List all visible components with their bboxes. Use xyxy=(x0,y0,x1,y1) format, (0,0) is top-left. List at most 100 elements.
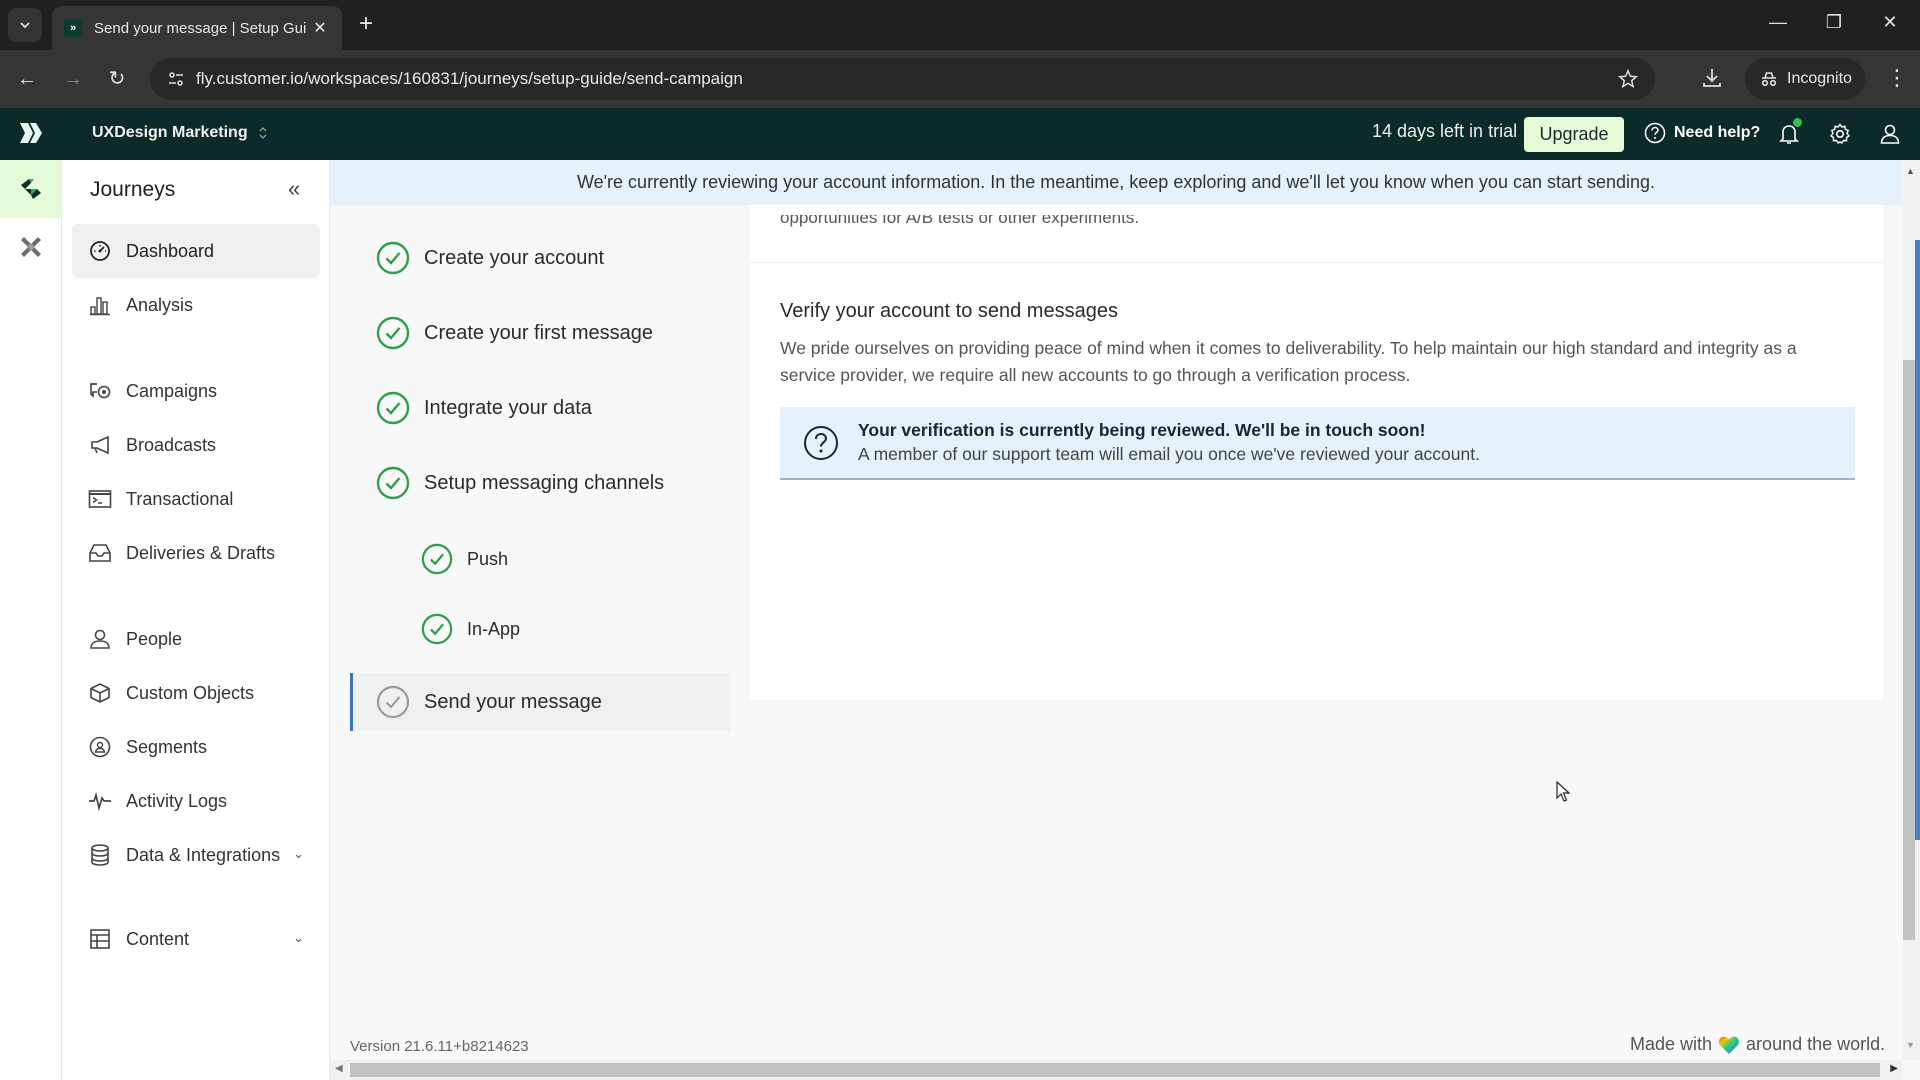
rail-journeys[interactable] xyxy=(0,160,62,218)
minimize-button[interactable]: — xyxy=(1758,12,1798,33)
browser-tab-bar: » Send your message | Setup Gui ✕ + — ❐ … xyxy=(0,0,1920,50)
made-with-footer: Made with around the world. xyxy=(1630,1034,1885,1055)
step-push[interactable]: Push xyxy=(421,543,508,575)
scroll-up-arrow[interactable]: ▲ xyxy=(1906,166,1915,176)
campaigns-icon xyxy=(88,379,112,403)
tab-search-button[interactable] xyxy=(8,8,42,42)
sidebar-item-content[interactable]: Content ⌄ xyxy=(72,912,320,966)
sidebar-item-campaigns[interactable]: Campaigns xyxy=(72,364,320,418)
section-divider xyxy=(750,262,1884,263)
upgrade-button[interactable]: Upgrade xyxy=(1524,117,1624,152)
sidebar-item-broadcasts[interactable]: Broadcasts xyxy=(72,418,320,472)
made-with-text: Made with xyxy=(1630,1034,1713,1054)
check-circle-icon xyxy=(376,241,410,275)
sidebar-item-label: Custom Objects xyxy=(126,682,255,703)
back-button[interactable]: ← xyxy=(14,66,40,92)
sidebar-item-segments[interactable]: Segments xyxy=(72,720,320,774)
step-label: Setup messaging channels xyxy=(424,471,665,494)
reload-button[interactable]: ↻ xyxy=(104,66,130,92)
close-window-button[interactable]: ✕ xyxy=(1870,12,1910,33)
scrollbar-thumb[interactable] xyxy=(1903,360,1915,940)
step-create-first-message[interactable]: Create your first message xyxy=(376,316,653,350)
dashboard-icon xyxy=(88,239,112,263)
site-settings-icon[interactable] xyxy=(156,70,196,88)
need-help-button[interactable]: Need help? xyxy=(1644,122,1760,144)
sidebar-item-deliveries-drafts[interactable]: Deliveries & Drafts xyxy=(72,526,320,580)
incognito-icon xyxy=(1761,72,1777,87)
scroll-down-arrow[interactable]: ▼ xyxy=(1906,1040,1915,1050)
section-description: We pride ourselves on providing peace of… xyxy=(780,338,1797,385)
check-circle-icon xyxy=(376,316,410,350)
user-icon xyxy=(1880,124,1900,144)
step-send-your-message[interactable]: Send your message xyxy=(350,673,730,731)
check-circle-icon xyxy=(376,466,410,500)
sidebar-item-data-integrations[interactable]: Data & Integrations ⌄ xyxy=(72,828,320,882)
scroll-left-arrow[interactable]: ◀ xyxy=(335,1063,343,1074)
scrollbar-thumb[interactable] xyxy=(350,1063,1880,1077)
download-icon[interactable] xyxy=(1700,66,1724,90)
step-label: Push xyxy=(467,548,509,569)
sidebar-item-transactional[interactable]: Transactional xyxy=(72,472,320,526)
step-label: Send your message xyxy=(424,690,602,713)
scroll-right-arrow[interactable]: ▶ xyxy=(1890,1063,1898,1074)
incognito-indicator[interactable]: Incognito xyxy=(1745,58,1865,100)
vertical-scrollbar[interactable]: ▲ ▼ xyxy=(1903,160,1920,1060)
incognito-label: Incognito xyxy=(1787,70,1852,87)
megaphone-icon xyxy=(88,433,112,457)
step-setup-messaging-channels[interactable]: Setup messaging channels xyxy=(376,466,664,500)
pulse-icon xyxy=(88,789,112,813)
settings-button[interactable] xyxy=(1828,122,1852,146)
address-bar[interactable]: fly.customer.io/workspaces/160831/journe… xyxy=(150,58,1655,100)
rail-data-pipelines[interactable] xyxy=(0,218,62,276)
sidebar-item-dashboard[interactable]: Dashboard xyxy=(72,224,320,278)
step-integrate-data[interactable]: Integrate your data xyxy=(376,391,592,425)
browser-menu-icon[interactable]: ⋮ xyxy=(1886,64,1908,92)
step-content-card: opportunities for A/B tests or other exp… xyxy=(750,205,1885,700)
sidebar-item-label: Content xyxy=(126,928,190,949)
workspace-switcher[interactable]: UXDesign Marketing xyxy=(92,124,268,142)
tab-close-icon[interactable]: ✕ xyxy=(310,18,330,38)
cube-icon xyxy=(88,681,112,705)
step-create-account[interactable]: Create your account xyxy=(376,241,604,275)
sidebar-title: Journeys xyxy=(90,178,176,201)
account-button[interactable] xyxy=(1878,122,1902,146)
layout-icon xyxy=(88,927,112,951)
pipelines-x-icon xyxy=(21,237,41,257)
main-content: We're currently reviewing your account i… xyxy=(330,160,1915,1060)
sidebar-item-people[interactable]: People xyxy=(72,612,320,666)
horizontal-scrollbar[interactable]: ◀ ▶ xyxy=(330,1060,1903,1080)
check-circle-outline-icon xyxy=(376,685,410,719)
browser-toolbar: ← → ↻ fly.customer.io/workspaces/160831/… xyxy=(0,50,1920,108)
scrollbar-thumb-highlight[interactable] xyxy=(1915,240,1920,840)
previous-section-text: opportunities for A/B tests or other exp… xyxy=(780,208,1140,227)
app-header: UXDesign Marketing 14 days left in trial… xyxy=(0,108,1920,160)
bookmark-star-icon[interactable] xyxy=(1617,68,1639,90)
browser-tab-active[interactable]: » Send your message | Setup Gui ✕ xyxy=(52,6,342,50)
tab-title: Send your message | Setup Gui xyxy=(94,19,307,37)
new-tab-button[interactable]: + xyxy=(354,12,378,36)
chevron-updown-icon xyxy=(259,127,267,139)
url-text[interactable]: fly.customer.io/workspaces/160831/journe… xyxy=(196,69,743,89)
step-in-app[interactable]: In-App xyxy=(421,613,520,645)
sidebar-item-custom-objects[interactable]: Custom Objects xyxy=(72,666,320,720)
collapse-sidebar-button[interactable]: « xyxy=(288,176,300,202)
help-circle-icon xyxy=(1644,122,1666,144)
made-with-text: around the world. xyxy=(1746,1034,1886,1054)
step-label: Integrate your data xyxy=(424,396,592,419)
journeys-logo-icon xyxy=(21,179,41,199)
forward-button[interactable]: → xyxy=(60,66,86,92)
check-circle-icon xyxy=(376,391,410,425)
customerio-logo[interactable] xyxy=(18,120,44,146)
sidebar-item-label: Broadcasts xyxy=(126,434,217,455)
check-circle-icon xyxy=(421,543,453,575)
step-label: Create your account xyxy=(424,246,605,269)
sidebar-item-activity-logs[interactable]: Activity Logs xyxy=(72,774,320,828)
sidebar-item-analysis[interactable]: Analysis xyxy=(72,278,320,332)
verification-notice: Your verification is currently being rev… xyxy=(780,407,1855,480)
account-review-banner: We're currently reviewing your account i… xyxy=(330,160,1902,205)
section-heading: Verify your account to send messages xyxy=(780,300,1118,322)
notification-dot xyxy=(1793,118,1802,127)
gear-icon xyxy=(1829,123,1851,144)
restore-button[interactable]: ❐ xyxy=(1814,12,1854,33)
notifications-button[interactable] xyxy=(1778,118,1802,146)
